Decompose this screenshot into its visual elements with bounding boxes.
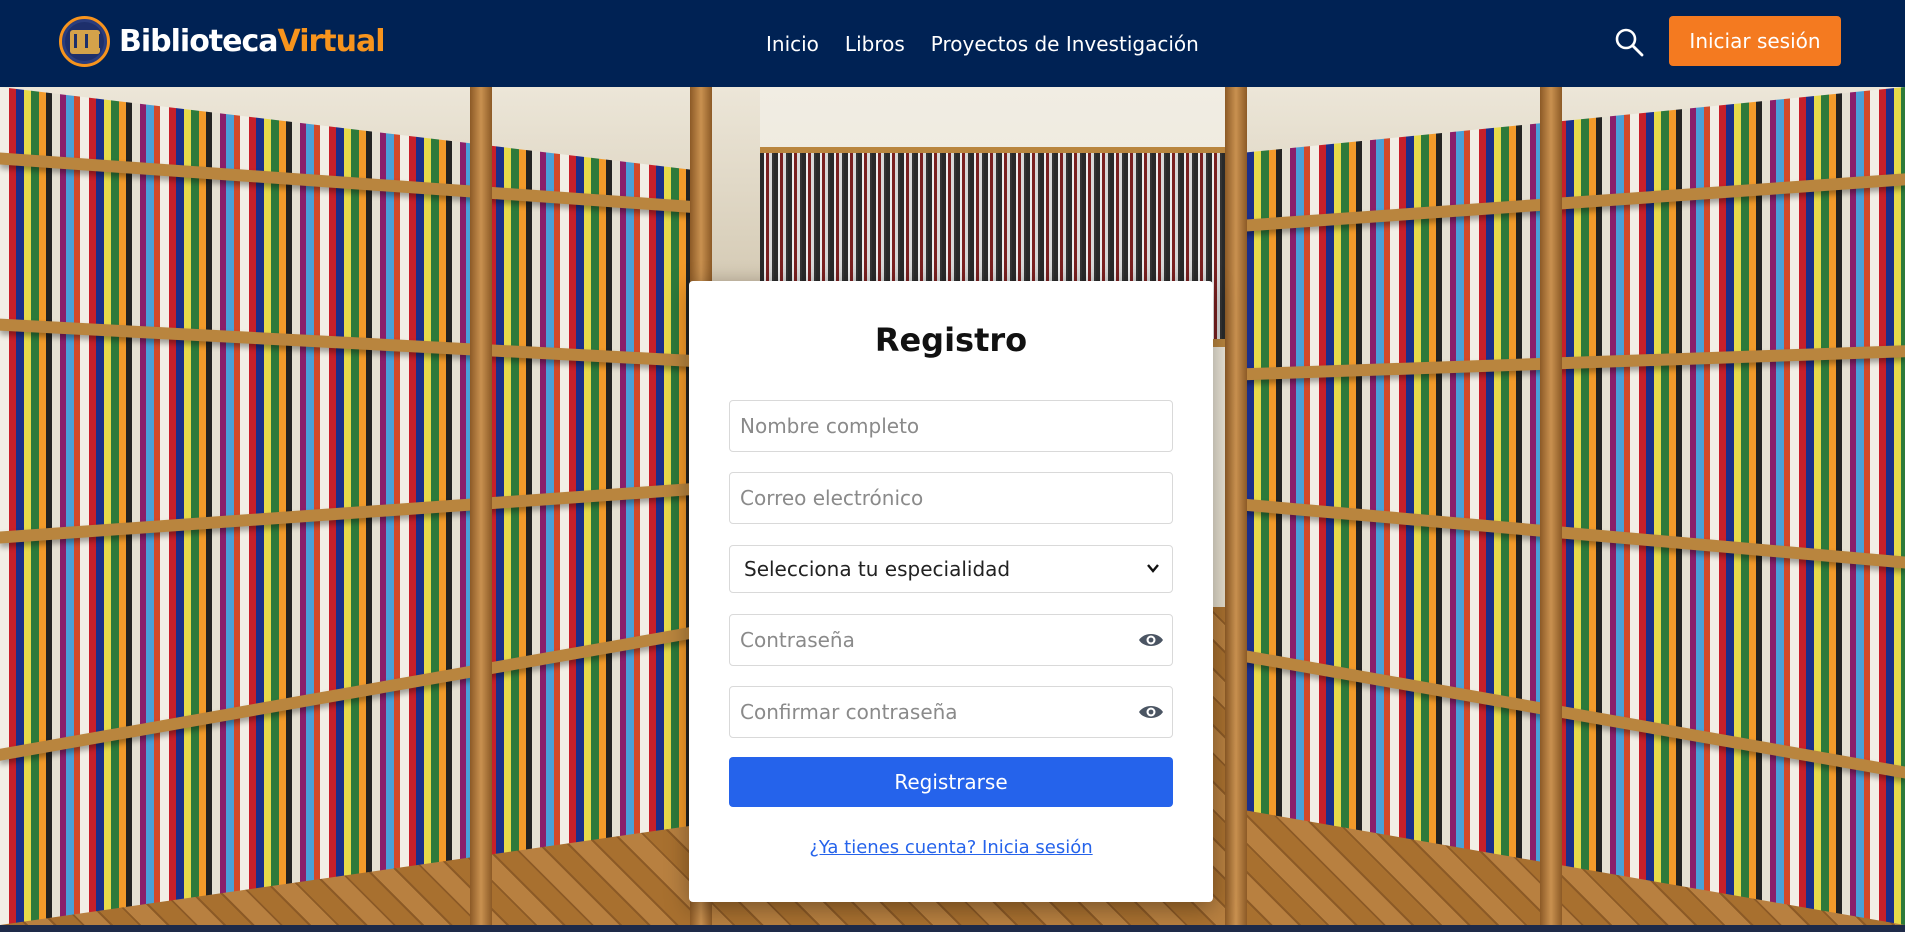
login-button[interactable]: Iniciar sesión (1669, 16, 1841, 66)
brand-name-part1: Biblioteca (119, 24, 279, 59)
register-title: Registro (874, 321, 1028, 359)
main-nav: Inicio Libros Proyectos de Investigación (766, 0, 1199, 87)
register-card: Registro Selecciona tu especialidad Regi… (689, 281, 1213, 902)
library-logo-icon (59, 16, 110, 67)
brand-logo-link[interactable]: BibliotecaVirtual (59, 16, 386, 67)
specialty-select-value: Selecciona tu especialidad (744, 557, 1011, 581)
password-input[interactable] (729, 614, 1173, 666)
full-name-input[interactable] (729, 400, 1173, 452)
brand-name-part2: Virtual (277, 24, 386, 59)
brand-name: BibliotecaVirtual (119, 24, 386, 59)
top-navbar: BibliotecaVirtual Inicio Libros Proyecto… (0, 0, 1905, 87)
register-button[interactable]: Registrarse (729, 757, 1173, 807)
login-link[interactable]: ¿Ya tienes cuenta? Inicia sesión (689, 837, 1213, 858)
nav-link-proyectos[interactable]: Proyectos de Investigación (931, 32, 1199, 56)
bottom-edge-strip (0, 925, 1905, 932)
specialty-select[interactable]: Selecciona tu especialidad (729, 545, 1173, 593)
search-icon[interactable] (1613, 26, 1645, 58)
show-password-eye-icon[interactable] (1137, 626, 1165, 654)
nav-link-libros[interactable]: Libros (845, 32, 905, 56)
confirm-password-input[interactable] (729, 686, 1173, 738)
chevron-down-icon (1147, 564, 1159, 573)
show-confirm-password-eye-icon[interactable] (1137, 698, 1165, 726)
nav-link-inicio[interactable]: Inicio (766, 32, 819, 56)
email-input[interactable] (729, 472, 1173, 524)
